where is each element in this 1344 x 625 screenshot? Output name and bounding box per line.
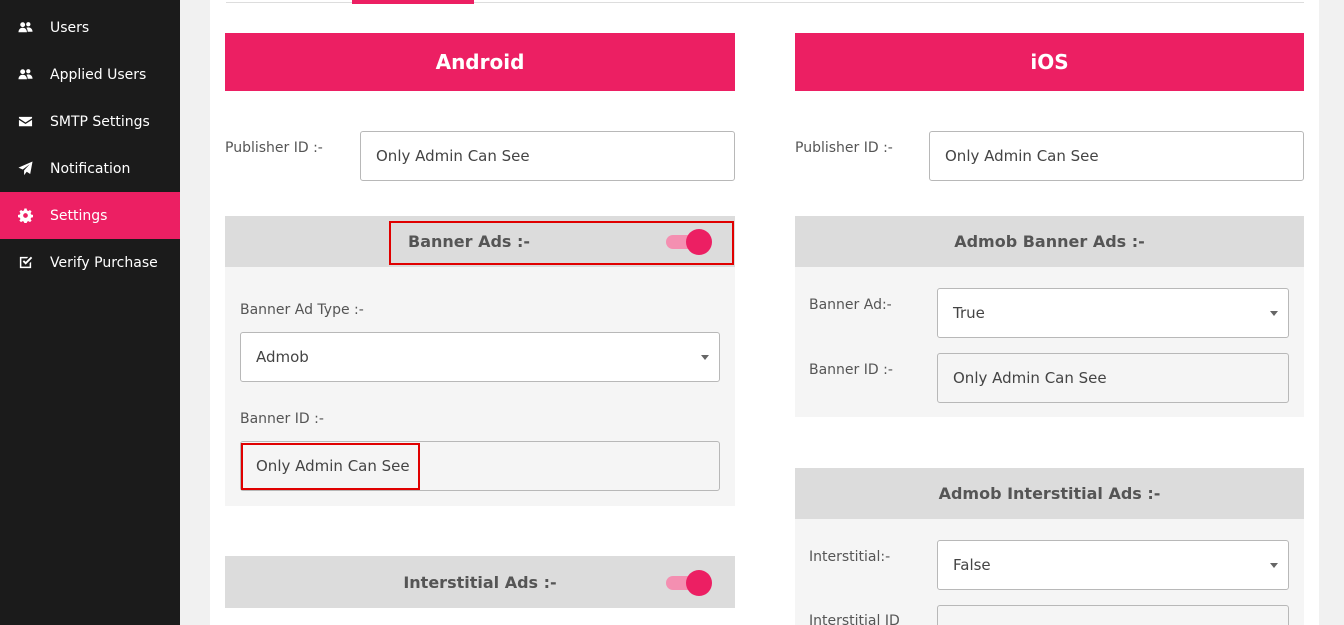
sidebar-item-verify-purchase[interactable]: Verify Purchase [0, 239, 180, 286]
sidebar-item-users[interactable]: Users [0, 4, 180, 51]
ios-banner-ad-value: True [953, 304, 985, 322]
android-publisher-input[interactable]: Only Admin Can See [360, 131, 735, 181]
ios-interstitial-ad-select[interactable]: False [937, 540, 1289, 590]
ios-interstitial-header: Admob Interstitial Ads :- [795, 468, 1304, 519]
android-header: Android [225, 33, 735, 91]
android-interstitial-header: Interstitial Ads :- [225, 556, 735, 608]
android-publisher-value: Only Admin Can See [376, 147, 530, 165]
android-banner-panel: Banner Ads :- Banner Ad Type :- Admob Ba… [225, 216, 735, 506]
ios-banner-id-input[interactable]: Only Admin Can See [937, 353, 1289, 403]
android-banner-id-input[interactable]: Only Admin Can See [240, 441, 720, 491]
ios-banner-id-value: Only Admin Can See [953, 369, 1107, 387]
ios-header: iOS [795, 33, 1304, 91]
sidebar-item-label: Users [50, 19, 90, 36]
chevron-down-icon [1270, 563, 1278, 568]
ios-banner-panel: Admob Banner Ads :- Banner Ad:- True Ban… [795, 216, 1304, 417]
ios-banner-ad-label: Banner Ad:- [809, 297, 892, 313]
sidebar-item-label: Notification [50, 160, 131, 177]
android-banner-title: Banner Ads :- [408, 232, 531, 251]
chevron-down-icon [1270, 311, 1278, 316]
sidebar-item-label: Applied Users [50, 66, 147, 83]
android-banner-type-select[interactable]: Admob [240, 332, 720, 382]
sidebar: Users Applied Users SMTP Settings Notifi… [0, 0, 180, 625]
users-icon [17, 67, 33, 83]
ios-publisher-input[interactable]: Only Admin Can See [929, 131, 1304, 181]
android-interstitial-title: Interstitial Ads :- [403, 572, 557, 592]
tab-active-indicator[interactable] [352, 0, 474, 4]
toggle-knob [686, 229, 712, 255]
sidebar-item-label: SMTP Settings [50, 113, 150, 130]
sidebar-item-notification[interactable]: Notification [0, 145, 180, 192]
toggle-knob [686, 570, 712, 596]
android-banner-type-value: Admob [256, 348, 309, 366]
android-banner-id-value: Only Admin Can See [256, 457, 410, 475]
android-banner-toggle[interactable] [666, 228, 712, 256]
sidebar-item-label: Settings [50, 207, 108, 224]
users-icon [17, 20, 33, 36]
ios-interstitial-panel: Admob Interstitial Ads :- Interstitial:-… [795, 468, 1304, 625]
android-banner-type-label: Banner Ad Type :- [240, 302, 364, 318]
ios-banner-ad-select[interactable]: True [937, 288, 1289, 338]
sidebar-item-applied-users[interactable]: Applied Users [0, 51, 180, 98]
settings-card: Android Publisher ID :- Only Admin Can S… [210, 0, 1319, 625]
chevron-down-icon [701, 355, 709, 360]
ios-publisher-value: Only Admin Can See [945, 147, 1099, 165]
android-publisher-label: Publisher ID :- [225, 140, 323, 156]
ios-banner-header: Admob Banner Ads :- [795, 216, 1304, 267]
android-interstitial-toggle[interactable] [666, 569, 712, 597]
ios-publisher-label: Publisher ID :- [795, 140, 893, 156]
android-banner-id-label: Banner ID :- [240, 411, 324, 427]
sidebar-item-label: Verify Purchase [50, 254, 158, 271]
paper-plane-icon [17, 161, 33, 177]
android-banner-header: Banner Ads :- [225, 216, 735, 267]
gear-icon [17, 208, 33, 224]
check-square-icon [17, 255, 33, 271]
ios-banner-id-label: Banner ID :- [809, 362, 893, 378]
ios-interstitial-id-label: Interstitial ID [809, 613, 900, 625]
ios-interstitial-ad-label: Interstitial:- [809, 549, 891, 565]
ios-interstitial-id-input[interactable] [937, 605, 1289, 625]
envelope-icon [17, 114, 33, 130]
ios-interstitial-ad-value: False [953, 556, 991, 574]
sidebar-item-settings[interactable]: Settings [0, 192, 180, 239]
sidebar-item-smtp-settings[interactable]: SMTP Settings [0, 98, 180, 145]
